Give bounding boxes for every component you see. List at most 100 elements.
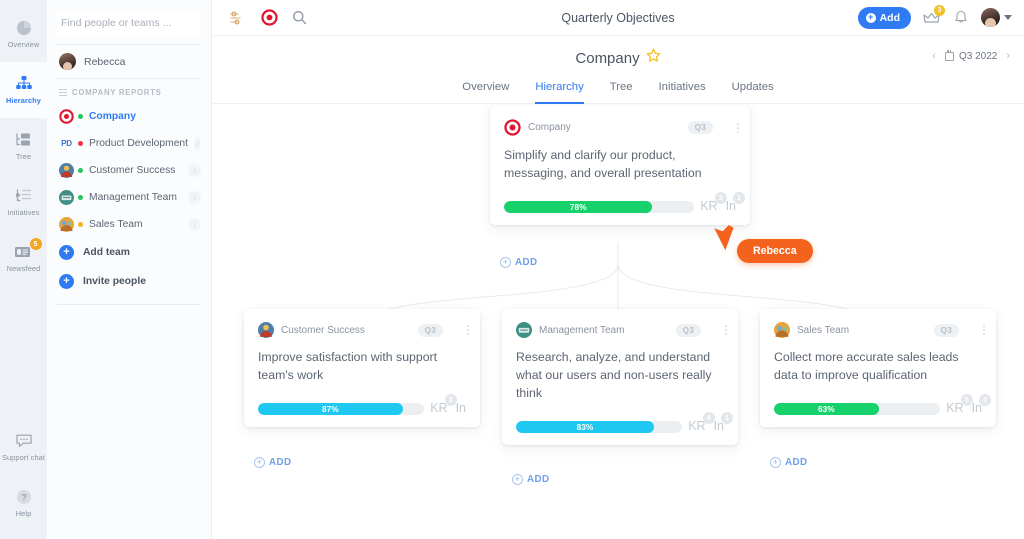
card-metrics: KR 3 In — [430, 401, 466, 415]
rail-item-label: Initiatives — [8, 209, 40, 218]
rail-item-label: Newsfeed — [7, 265, 41, 274]
divider — [57, 304, 201, 305]
metric-in-count: 1 — [721, 412, 733, 424]
tab-initiatives[interactable]: Initiatives — [659, 81, 706, 104]
sidebar-item-label: Management Team — [89, 192, 177, 203]
rail-item-overview[interactable]: Overview — [0, 6, 47, 62]
objective-card-sales-team[interactable]: Sales Team Q3 ⋮ Collect more accurate sa… — [760, 309, 996, 427]
card-menu-icon[interactable]: ⋮ — [978, 326, 982, 334]
objective-card-customer-success[interactable]: Customer Success Q3 ⋮ Improve satisfacti… — [244, 309, 480, 427]
sidebar-user-rebecca[interactable]: Rebecca — [47, 45, 211, 78]
crown-icon[interactable]: 3 — [921, 8, 941, 28]
sidebar-item-customer-success[interactable]: Customer Success 4 — [47, 157, 211, 184]
metric-in[interactable]: In 3 — [972, 401, 982, 415]
rail-item-help[interactable]: ? Help — [0, 475, 47, 531]
hierarchy-canvas: Company Q3 ⋮ Simplify and clarify our pr… — [212, 104, 1024, 539]
team-avatar-icon — [516, 322, 532, 338]
card-quarter-chip: Q3 — [676, 324, 701, 337]
card-footer: 87% KR 3 In — [258, 401, 466, 415]
add-team-button[interactable]: + Add team — [47, 238, 211, 267]
bell-icon[interactable] — [951, 8, 971, 28]
sidebar-item-label: Customer Success — [89, 165, 175, 176]
rail-item-support-chat[interactable]: Support chat — [0, 419, 47, 475]
card-team-name: Customer Success — [281, 325, 365, 336]
rail-item-newsfeed[interactable]: 5 Newsfeed — [0, 230, 47, 286]
card-team-name: Sales Team — [797, 325, 849, 336]
sidebar-item-count: 2 — [194, 137, 201, 150]
add-button[interactable]: + Add — [858, 7, 911, 29]
section-title: COMPANY REPORTS — [72, 88, 162, 97]
tab-bar: Overview Hierarchy Tree Initiatives Upda… — [212, 81, 1024, 104]
plus-circle-icon: + — [500, 257, 511, 268]
rail-item-label: Hierarchy — [6, 97, 41, 106]
user-menu[interactable] — [981, 8, 1012, 27]
plus-icon: + — [866, 13, 876, 23]
metric-kr[interactable]: KR 4 — [688, 419, 705, 433]
card-objective-title: Collect more accurate sales leads data t… — [774, 349, 982, 385]
tab-tree[interactable]: Tree — [610, 81, 633, 104]
add-label: ADD — [515, 257, 537, 268]
add-objective-company[interactable]: + ADD — [500, 257, 537, 268]
svg-text:?: ? — [21, 493, 26, 503]
card-quarter-chip: Q3 — [934, 324, 959, 337]
filter-list-icon[interactable] — [224, 3, 254, 33]
card-objective-title: Simplify and clarify our product, messag… — [504, 147, 736, 183]
status-dot — [78, 141, 83, 146]
card-footer: 83% KR 4 In 1 — [516, 419, 724, 433]
invite-people-label: Invite people — [83, 276, 146, 287]
metric-in[interactable]: In — [456, 401, 466, 415]
rail-item-hierarchy[interactable]: Hierarchy — [0, 62, 47, 118]
chevron-right-icon[interactable]: › — [1006, 50, 1010, 62]
card-header: Customer Success Q3 ⋮ — [258, 322, 466, 338]
star-icon[interactable] — [646, 48, 661, 68]
add-label: ADD — [785, 457, 807, 468]
search-icon[interactable] — [284, 3, 314, 33]
card-quarter-chip: Q3 — [418, 324, 443, 337]
initiatives-icon — [13, 186, 35, 206]
sidebar-item-company[interactable]: Company — [47, 103, 211, 130]
page-title-row: Company — [212, 48, 1024, 68]
pd-initials-icon: PD — [59, 136, 74, 151]
tree-icon — [13, 130, 35, 150]
card-menu-icon[interactable]: ⋮ — [462, 326, 466, 334]
metric-in-count: 1 — [733, 192, 745, 204]
plus-circle-icon: + — [512, 474, 523, 485]
chevron-left-icon[interactable]: ‹ — [932, 50, 936, 62]
metric-in[interactable]: In 1 — [714, 419, 724, 433]
tab-updates[interactable]: Updates — [732, 81, 774, 104]
metric-in[interactable]: In 1 — [726, 199, 736, 213]
rail-item-tree[interactable]: Tree — [0, 118, 47, 174]
add-objective-sales-team[interactable]: + ADD — [770, 457, 807, 468]
metric-kr[interactable]: KR 3 — [946, 401, 963, 415]
search-input[interactable] — [57, 10, 201, 36]
sidebar-item-management-team[interactable]: Management Team 3 — [47, 184, 211, 211]
tab-hierarchy[interactable]: Hierarchy — [535, 81, 583, 104]
metric-in-label: In — [456, 401, 466, 415]
add-button-label: Add — [880, 12, 900, 24]
tab-overview[interactable]: Overview — [462, 81, 509, 104]
metric-kr[interactable]: KR 3 — [430, 401, 447, 415]
rail-item-label: Help — [16, 510, 32, 519]
sidebar-item-sales-team[interactable]: Sales Team 1 — [47, 211, 211, 238]
main-area: Quarterly Objectives + Add 3 — [212, 0, 1024, 539]
newsfeed-badge: 5 — [30, 238, 42, 250]
invite-people-button[interactable]: + Invite people — [47, 267, 211, 296]
add-objective-management-team[interactable]: + ADD — [512, 474, 549, 485]
progress-bar-fill: 83% — [516, 421, 654, 433]
rail-item-initiatives[interactable]: Initiatives — [0, 174, 47, 230]
objective-card-company[interactable]: Company Q3 ⋮ Simplify and clarify our pr… — [490, 106, 750, 225]
progress-bar-fill: 87% — [258, 403, 403, 415]
page-header: Company ‹ Q3 2022 › Overview Hierarchy — [212, 36, 1024, 104]
objective-card-management-team[interactable]: Management Team Q3 ⋮ Research, analyze, … — [502, 309, 738, 445]
card-menu-icon[interactable]: ⋮ — [732, 124, 736, 132]
metric-kr[interactable]: KR 3 — [700, 199, 717, 213]
rail-bottom-group: Support chat ? Help — [0, 419, 47, 531]
search-container — [47, 0, 211, 44]
card-menu-icon[interactable]: ⋮ — [720, 326, 724, 334]
target-icon[interactable] — [254, 3, 284, 33]
team-avatar-icon — [774, 322, 790, 338]
sidebar-item-product-development[interactable]: PD Product Development 2 — [47, 130, 211, 157]
add-objective-customer-success[interactable]: + ADD — [254, 457, 291, 468]
plus-circle-icon: + — [254, 457, 265, 468]
quarter-label-group[interactable]: Q3 2022 — [945, 51, 997, 62]
